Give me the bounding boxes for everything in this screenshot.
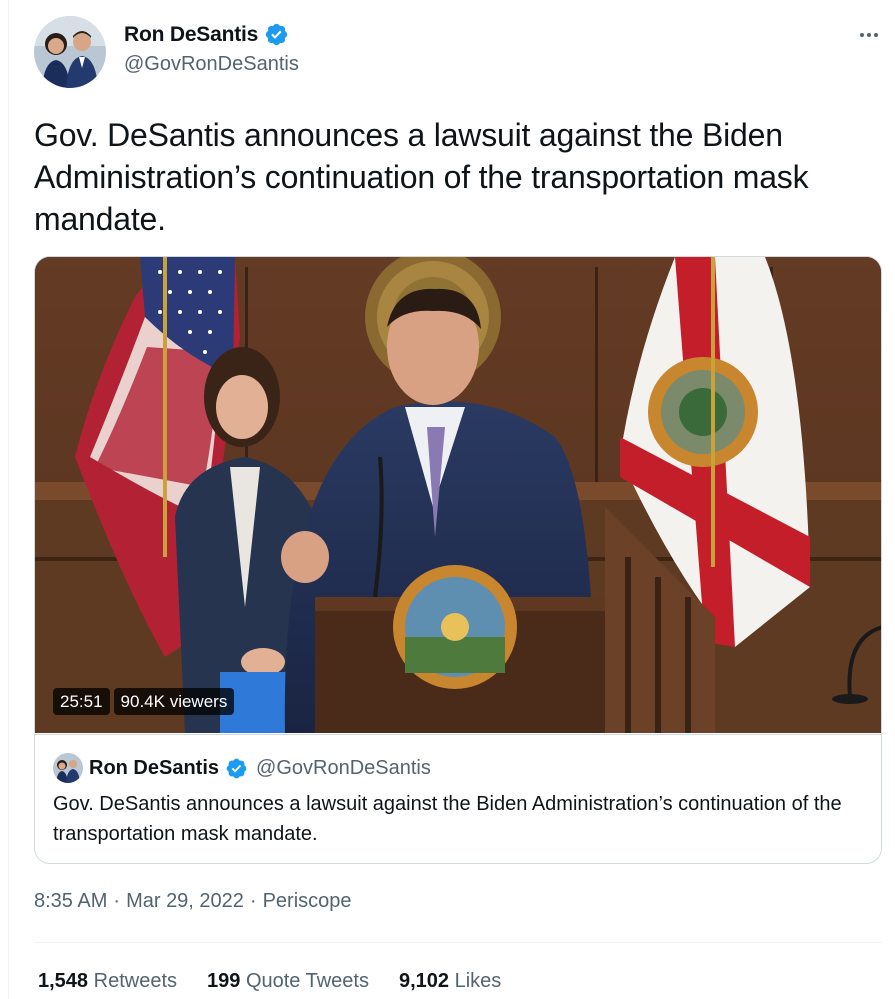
card-display-name: Ron DeSantis [89,756,220,779]
verified-badge-icon [264,22,289,47]
card-handle: @GovRonDeSantis [256,756,431,779]
retweets-count: 1,548 [38,970,89,992]
separator-dot: · [249,890,257,912]
likes-stat[interactable]: 9,102 Likes [399,970,501,993]
verified-badge-icon [225,757,248,780]
video-card[interactable]: 25:51 90.4K viewers Ron DeSantis @GovRon… [34,256,882,864]
divider [34,942,882,943]
card-author-avatar [53,753,83,783]
tweet-text: Gov. DeSantis announces a lawsuit agains… [34,117,809,237]
video-thumbnail [35,257,881,733]
quote-tweets-count: 199 [207,970,241,992]
quote-tweets-stat[interactable]: 199 Quote Tweets [207,970,369,993]
card-author: Ron DeSantis @GovRonDeSantis [53,753,431,783]
card-text: Gov. DeSantis announces a lawsuit agains… [53,793,842,845]
retweets-label: Retweets [93,970,177,992]
tweet-source[interactable]: Periscope [263,890,352,913]
card-meta[interactable]: Ron DeSantis @GovRonDeSantis Gov. DeSant… [35,734,881,863]
tweet-timestamp: 8:35 AM · Mar 29, 2022 · Periscope [34,890,352,913]
engagement-stats: 1,548 Retweets 199 Quote Tweets 9,102 Li… [38,970,501,993]
author-avatar[interactable] [34,16,106,88]
video-player[interactable]: 25:51 90.4K viewers [35,257,881,733]
tweet-date[interactable]: Mar 29, 2022 [126,890,244,913]
author-name-row[interactable]: Ron DeSantis [124,22,289,47]
separator-dot: · [113,890,121,912]
retweets-stat[interactable]: 1,548 Retweets [38,970,177,993]
video-viewers: 90.4K viewers [113,688,235,715]
quote-tweets-label: Quote Tweets [245,970,369,992]
likes-label: Likes [454,970,502,992]
video-duration: 25:51 [53,688,110,715]
video-badges: 25:51 90.4K viewers [53,688,235,715]
likes-count: 9,102 [398,970,450,992]
tweet-time[interactable]: 8:35 AM [34,890,107,913]
page-left-border [8,0,9,999]
author-display-name[interactable]: Ron DeSantis [124,23,258,47]
author-handle[interactable]: @GovRonDeSantis [124,53,299,76]
more-icon[interactable] [852,22,886,48]
